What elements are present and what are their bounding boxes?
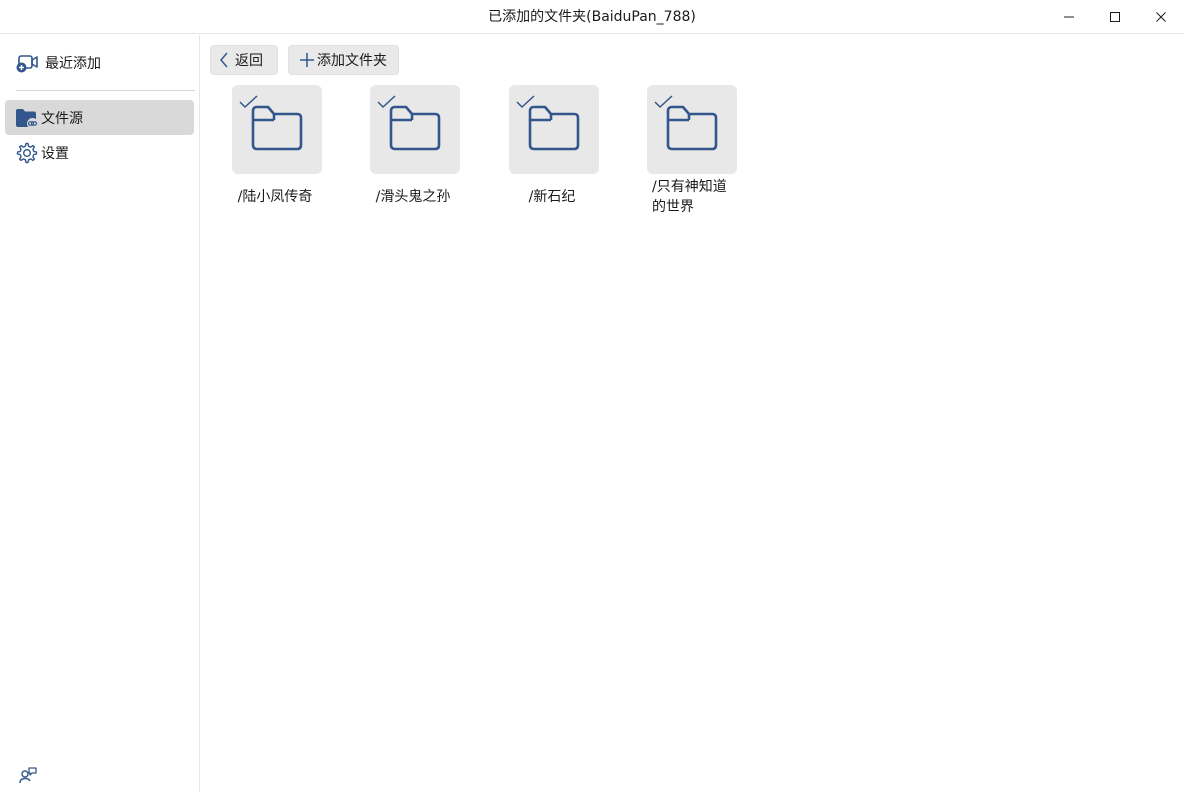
folder-item[interactable]: /陆小凤传奇 — [220, 85, 330, 225]
folder-tile[interactable] — [370, 85, 460, 174]
sidebar-item-label: 文件源 — [41, 110, 83, 127]
gear-icon — [15, 141, 39, 165]
feedback-icon — [19, 767, 37, 784]
maximize-icon — [1110, 12, 1120, 22]
sidebar-item-settings[interactable]: 设置 — [5, 135, 194, 170]
folder-icon — [251, 105, 303, 151]
add-folder-label: 添加文件夹 — [317, 53, 387, 69]
back-label: 返回 — [235, 53, 263, 69]
back-button[interactable]: 返回 — [210, 45, 278, 75]
folder-icon — [389, 105, 441, 151]
sidebar: 最近添加 文件源 设置 — [0, 35, 200, 792]
title-bar: 已添加的文件夹(BaiduPan_788) — [0, 0, 1184, 34]
window-title: 已添加的文件夹(BaiduPan_788) — [488, 9, 696, 25]
sidebar-item-label: 设置 — [41, 145, 69, 162]
add-folder-button[interactable]: 添加文件夹 — [288, 45, 399, 75]
minimize-button[interactable] — [1046, 0, 1092, 34]
sidebar-item-file-source[interactable]: 文件源 — [5, 100, 194, 135]
folder-name: /只有神知道的世界 — [652, 179, 727, 215]
close-button[interactable] — [1138, 0, 1184, 34]
folder-item[interactable]: /只有神知道的世界 — [635, 85, 745, 225]
folder-name: /陆小凤传奇 — [237, 189, 313, 205]
folder-tile[interactable] — [509, 85, 599, 174]
folder-name: /滑头鬼之孙 — [375, 189, 451, 205]
close-icon — [1156, 12, 1166, 22]
maximize-button[interactable] — [1092, 0, 1138, 34]
folder-name: /新石纪 — [528, 189, 576, 205]
app-window: 已添加的文件夹(BaiduPan_788) 最近添加 文件源 设置 返回 添加文… — [0, 0, 1184, 792]
sidebar-item-label: 最近添加 — [45, 55, 101, 72]
feedback-button[interactable] — [16, 764, 40, 788]
minimize-icon — [1064, 16, 1074, 18]
sidebar-divider — [16, 90, 195, 91]
folder-tile[interactable] — [232, 85, 322, 174]
folder-icon — [666, 105, 718, 151]
video-add-icon — [15, 51, 39, 75]
folder-icon — [528, 105, 580, 151]
folder-tile[interactable] — [647, 85, 737, 174]
folder-item[interactable]: /滑头鬼之孙 — [358, 85, 468, 225]
folder-item[interactable]: /新石纪 — [497, 85, 607, 225]
folder-link-icon — [15, 106, 39, 130]
sidebar-item-recent[interactable]: 最近添加 — [5, 45, 194, 80]
plus-icon — [299, 52, 315, 68]
chevron-left-icon — [219, 52, 229, 68]
